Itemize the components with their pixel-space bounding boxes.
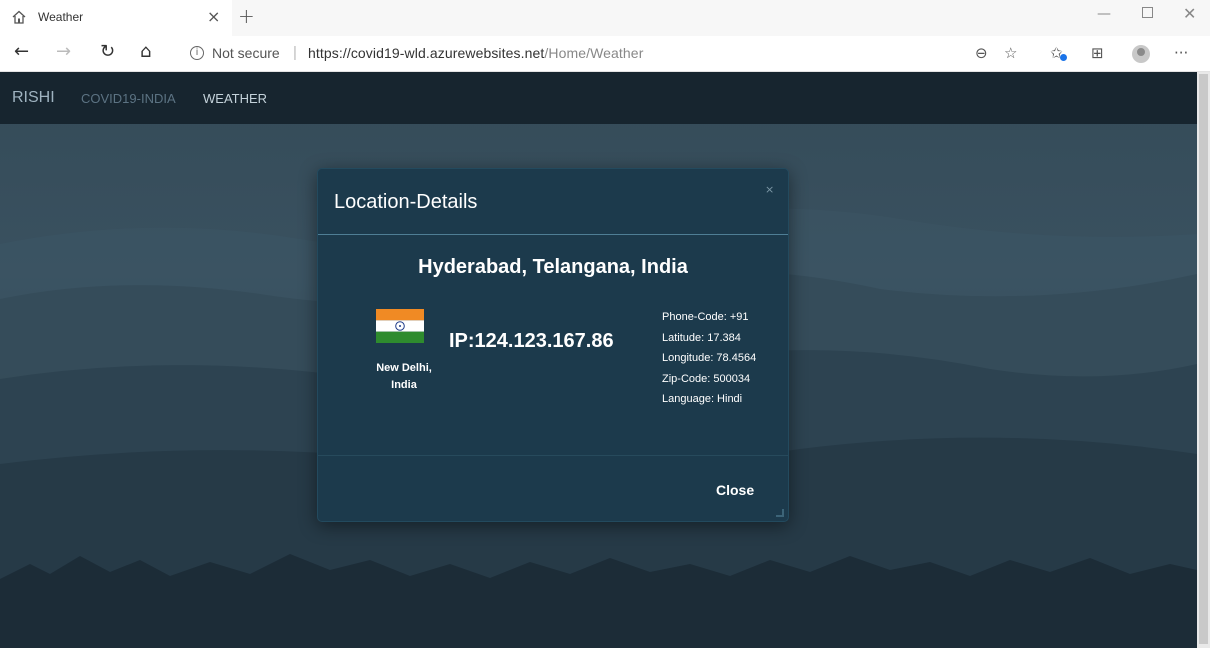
zoom-icon[interactable]: ⊖ <box>975 44 988 62</box>
location-details-list: Phone-Code: +91 Latitude: 17.384 Longitu… <box>662 307 756 410</box>
minimize-icon[interactable]: — <box>1097 6 1111 22</box>
url-path: /Home/Weather <box>544 45 644 61</box>
favorites-badge <box>1060 54 1067 61</box>
more-options-icon[interactable]: ··· <box>1174 44 1188 62</box>
browser-address-bar: ← → ↻ ⌂ i Not secure | https://covid19-w… <box>0 36 1210 72</box>
browser-tab[interactable]: Weather × <box>0 0 232 36</box>
resize-grip-icon[interactable] <box>776 509 784 517</box>
location-heading: Hyderabad, Telangana, India <box>418 256 688 278</box>
close-button[interactable]: Close <box>716 482 754 498</box>
phone-code: Phone-Code: +91 <box>662 311 749 323</box>
info-icon[interactable]: i <box>190 46 204 60</box>
tab-title: Weather <box>38 10 84 24</box>
latitude: Latitude: 17.384 <box>662 331 741 344</box>
longitude: Longitude: 78.4564 <box>662 352 757 364</box>
nav-link-weather[interactable]: WEATHER <box>203 91 267 106</box>
india-flag-icon <box>376 309 424 343</box>
site-brand[interactable]: RISHI <box>12 89 55 107</box>
capital-city: New Delhi, <box>376 362 432 374</box>
nav-link-covid19-india[interactable]: COVID19-INDIA <box>81 91 176 106</box>
url-field[interactable]: i Not secure | https://covid19-wld.azure… <box>176 40 1031 68</box>
home-icon[interactable]: ⌂ <box>140 41 151 62</box>
window-close-icon[interactable]: ✕ <box>1183 4 1196 23</box>
modal-close-icon[interactable]: × <box>765 183 774 196</box>
capital-country: India <box>391 379 417 391</box>
capital-label: New Delhi, India <box>364 360 444 394</box>
language: Language: Hindi <box>662 393 743 405</box>
back-icon[interactable]: ← <box>14 41 29 62</box>
add-favorite-icon[interactable]: ☆ <box>1004 44 1017 62</box>
collections-icon[interactable]: ⊞ <box>1091 44 1104 62</box>
new-tab-icon[interactable]: + <box>238 4 255 28</box>
modal-footer-divider <box>318 455 788 456</box>
home-page-icon <box>12 10 26 24</box>
ip-address: IP:124.123.167.86 <box>449 330 614 352</box>
refresh-icon[interactable]: ↻ <box>100 41 115 62</box>
url-host: https://covid19-wld.azurewebsites.net <box>308 45 545 61</box>
forward-icon[interactable]: → <box>56 41 71 62</box>
maximize-icon[interactable] <box>1142 7 1153 18</box>
page-content: RISHI COVID19-INDIA WEATHER Location-Det… <box>0 72 1197 648</box>
zip-code: Zip-Code: 500034 <box>662 372 751 385</box>
modal-title: Location-Details <box>334 191 478 213</box>
tab-close-icon[interactable]: × <box>207 7 220 26</box>
url-separator: | <box>293 44 297 61</box>
scrollbar-thumb[interactable] <box>1199 74 1208 644</box>
location-details-modal: Location-Details × Hyderabad, Telangana,… <box>317 168 789 522</box>
browser-tab-bar: Weather × + — ✕ <box>0 0 1210 36</box>
site-navbar: RISHI COVID19-INDIA WEATHER <box>0 72 1197 124</box>
url-text[interactable]: https://covid19-wld.azurewebsites.net/Ho… <box>308 45 643 61</box>
security-status[interactable]: Not secure <box>212 45 280 61</box>
profile-avatar[interactable] <box>1132 45 1150 63</box>
modal-header: Location-Details × <box>318 169 788 235</box>
